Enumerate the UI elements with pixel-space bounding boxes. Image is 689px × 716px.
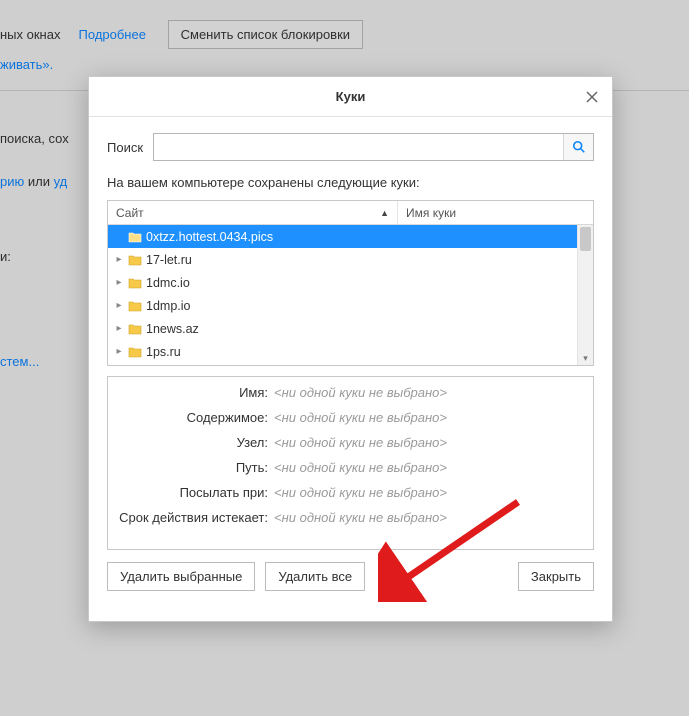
detail-label-content: Содержимое: — [118, 410, 274, 425]
folder-icon — [128, 300, 142, 312]
search-icon — [572, 140, 586, 154]
table-row[interactable]: ▸ 1ps.ru — [108, 340, 577, 363]
site-name: 1dmc.io — [146, 276, 190, 290]
detail-value-expires: <ни одной куки не выбрано> — [274, 510, 447, 525]
scroll-down-icon[interactable]: ▾ — [578, 351, 593, 365]
folder-icon — [128, 323, 142, 335]
column-header-cookie-name[interactable]: Имя куки — [398, 201, 593, 224]
detail-value-name: <ни одной куки не выбрано> — [274, 385, 447, 400]
site-name: 1ps.ru — [146, 345, 181, 359]
detail-value-content: <ни одной куки не выбрано> — [274, 410, 447, 425]
cookie-details-panel: Имя: <ни одной куки не выбрано> Содержим… — [107, 376, 594, 550]
detail-value-send: <ни одной куки не выбрано> — [274, 485, 447, 500]
site-name: 0xtzz.hottest.0434.pics — [146, 230, 273, 244]
detail-label-expires: Срок действия истекает: — [118, 510, 274, 525]
table-row[interactable]: ▸ 17-let.ru — [108, 248, 577, 271]
search-input[interactable] — [154, 134, 563, 160]
search-button[interactable] — [563, 134, 593, 160]
detail-label-path: Путь: — [118, 460, 274, 475]
detail-value-host: <ни одной куки не выбрано> — [274, 435, 447, 450]
detail-value-path: <ни одной куки не выбрано> — [274, 460, 447, 475]
folder-icon — [128, 254, 142, 266]
detail-label-send: Посылать при: — [118, 485, 274, 500]
dialog-titlebar: Куки — [89, 77, 612, 117]
folder-icon — [128, 346, 142, 358]
dialog-title: Куки — [336, 89, 366, 104]
search-box — [153, 133, 594, 161]
close-dialog-button[interactable]: Закрыть — [518, 562, 594, 591]
cookies-table: Сайт ▲ Имя куки 0xtzz.hottest.0434.pics ▸… — [107, 200, 594, 366]
table-row[interactable]: ▸ 1dmp.io — [108, 294, 577, 317]
vertical-scrollbar[interactable]: ▾ — [577, 225, 593, 365]
column-header-site[interactable]: Сайт ▲ — [108, 201, 398, 224]
expand-caret-icon[interactable]: ▸ — [114, 277, 124, 288]
site-name: 1dmp.io — [146, 299, 190, 313]
table-row[interactable]: ▸ 1dmc.io — [108, 271, 577, 294]
site-name: 17-let.ru — [146, 253, 192, 267]
remove-all-button[interactable]: Удалить все — [265, 562, 365, 591]
close-icon — [586, 91, 598, 103]
close-button[interactable] — [572, 77, 612, 117]
expand-caret-icon[interactable]: ▸ — [114, 323, 124, 334]
scrollbar-thumb[interactable] — [580, 227, 591, 251]
intro-text: На вашем компьютере сохранены следующие … — [107, 175, 594, 190]
table-row[interactable]: 0xtzz.hottest.0434.pics — [108, 225, 577, 248]
search-label: Поиск — [107, 140, 143, 155]
folder-icon — [128, 277, 142, 289]
detail-label-host: Узел: — [118, 435, 274, 450]
sort-indicator-icon: ▲ — [380, 201, 389, 225]
expand-caret-icon[interactable]: ▸ — [114, 300, 124, 311]
folder-icon — [128, 231, 142, 243]
detail-label-name: Имя: — [118, 385, 274, 400]
cookies-dialog: Куки Поиск На вашем компьютере сохранены — [88, 76, 613, 622]
remove-selected-button[interactable]: Удалить выбранные — [107, 562, 255, 591]
table-row[interactable]: ▸ 1news.az — [108, 317, 577, 340]
expand-caret-icon[interactable]: ▸ — [114, 254, 124, 265]
site-name: 1news.az — [146, 322, 199, 336]
expand-caret-icon[interactable]: ▸ — [114, 346, 124, 357]
